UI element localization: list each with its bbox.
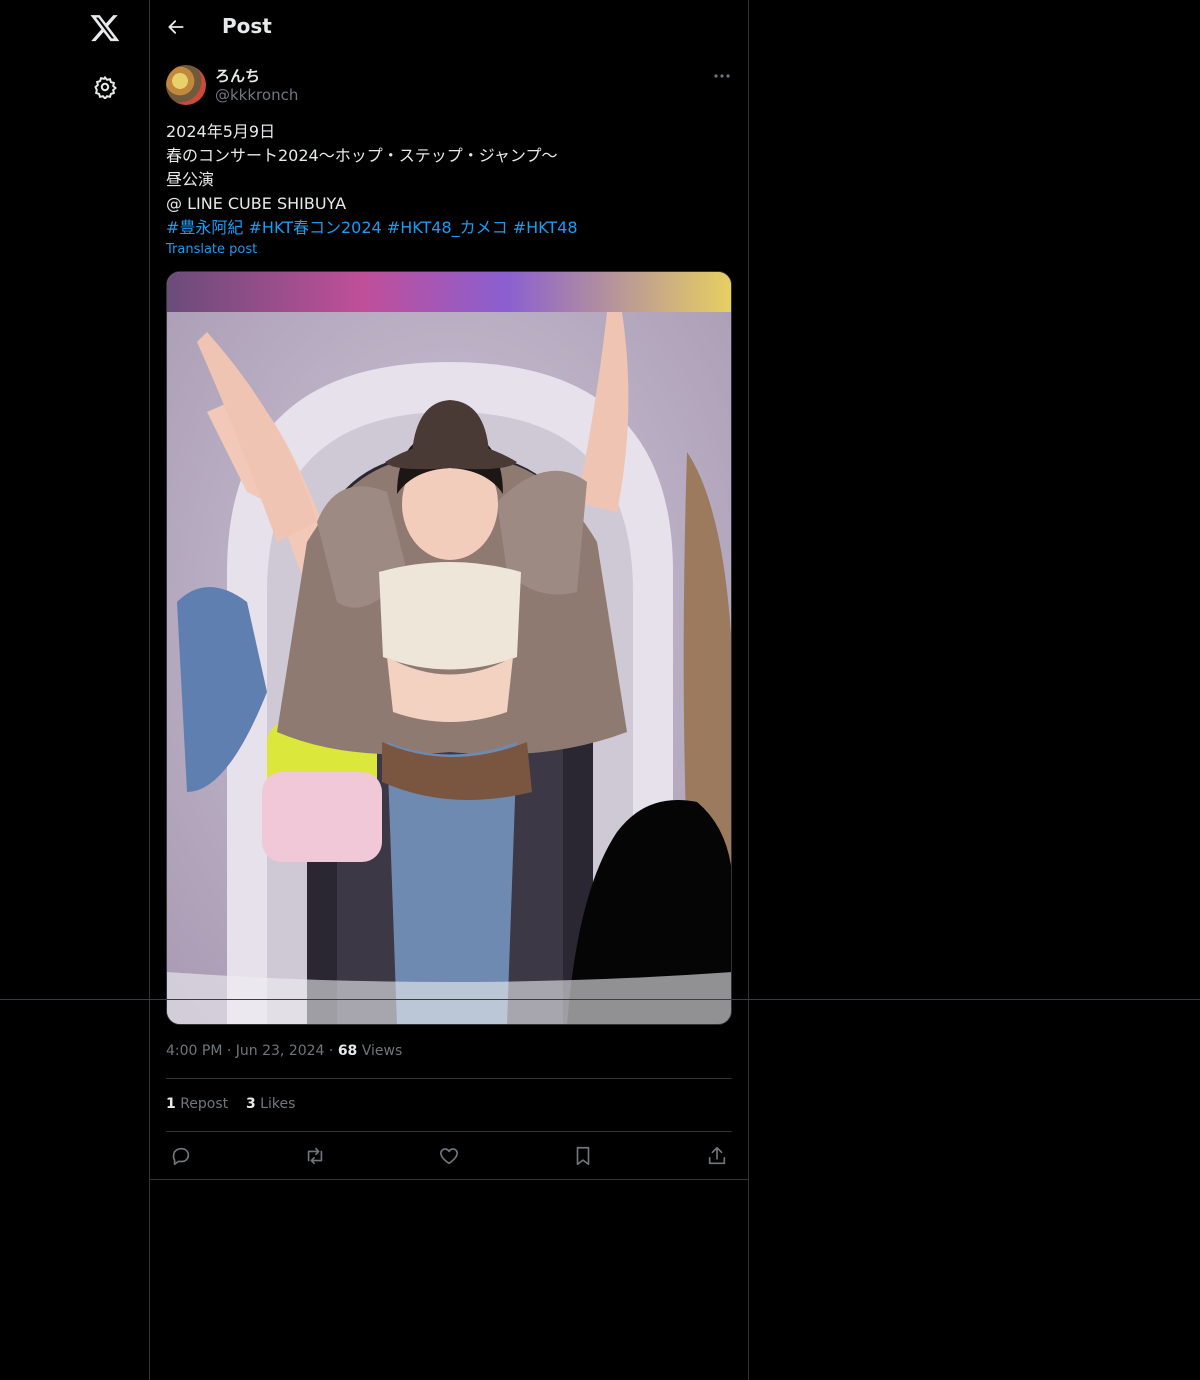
divider [150,1179,748,1180]
like-icon[interactable] [436,1143,462,1169]
column-divider-left [149,0,150,1380]
likes-count: 3 [245,1096,256,1112]
reply-icon[interactable] [168,1143,194,1169]
column-divider-right [748,0,749,1380]
post-text-line: 昼公演 [166,170,215,189]
author-display-name[interactable]: ろんち [215,65,260,86]
hashtag-link[interactable]: #HKT春コン2024 [249,218,382,237]
hashtag-link[interactable]: #HKT48_カメコ [387,218,508,237]
reposts-label: Repost [180,1096,229,1112]
engagement-stats: 1 Repost 3 Likes [166,1096,295,1112]
bookmark-icon[interactable] [570,1143,596,1169]
reposts-stat[interactable]: 1 Repost [166,1096,228,1112]
page-title: Post [222,14,272,38]
gear-icon[interactable] [93,75,117,99]
hashtag-link[interactable]: #HKT48 [513,218,578,237]
post-text: 2024年5月9日 春のコンサート2024〜ホップ・ステップ・ジャンプ〜 昼公演… [166,120,732,240]
post-text-line: 春のコンサート2024〜ホップ・ステップ・ジャンプ〜 [166,146,558,165]
post-time[interactable]: 4:00 PM [166,1043,222,1059]
author-handle[interactable]: @kkkronch [215,86,298,104]
reposts-count: 1 [166,1096,176,1112]
divider [166,1078,732,1079]
views-label: Views [361,1043,403,1059]
overlay-line [0,999,1200,1000]
left-navigation [0,0,149,1380]
post-photo[interactable] [166,271,732,1025]
avatar[interactable] [166,65,206,105]
repost-icon[interactable] [302,1143,328,1169]
back-arrow-icon[interactable] [166,17,186,37]
share-icon[interactable] [704,1143,730,1169]
hashtag-list: #豊永阿紀 #HKT春コン2024 #HKT48_カメコ #HKT48 [166,216,732,240]
post-timestamp: 4:00 PM · Jun 23, 2024 · 68 Views [166,1043,402,1059]
action-bar [166,1143,732,1169]
meta-separator: · [226,1043,236,1059]
more-options-icon[interactable] [712,66,732,86]
post-text-line: @ LINE CUBE SHIBUYA [166,194,347,213]
post-date[interactable]: Jun 23, 2024 [236,1043,325,1059]
divider [166,1131,732,1132]
views-count: 68 [337,1043,358,1059]
translate-post-link[interactable]: Translate post [166,242,257,257]
likes-label: Likes [260,1096,296,1112]
likes-stat[interactable]: 3 Likes [246,1096,295,1112]
post-text-line: 2024年5月9日 [166,122,276,141]
x-logo-icon[interactable] [89,12,121,44]
meta-separator: · [328,1043,338,1059]
hashtag-link[interactable]: #豊永阿紀 [166,218,243,237]
